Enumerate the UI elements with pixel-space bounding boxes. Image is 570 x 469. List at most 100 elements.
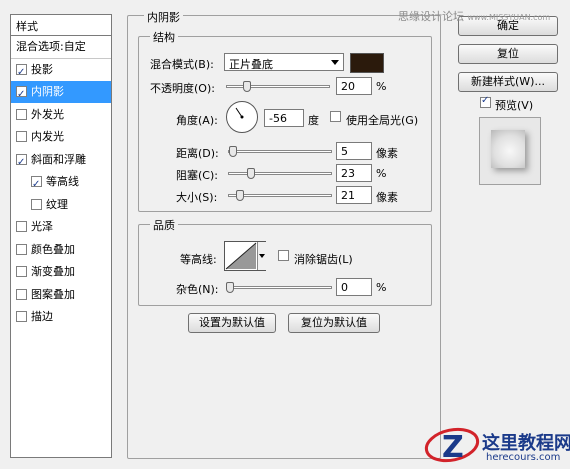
style-item-checkbox[interactable] [16, 221, 27, 232]
choke-label: 阻塞(C): [176, 169, 218, 182]
watermark-top-label: 思缘设计论坛 [398, 10, 464, 23]
style-item-checkbox[interactable] [16, 266, 27, 277]
distance-slider[interactable] [228, 150, 332, 153]
contour-curve-icon [225, 242, 257, 270]
style-item-checkbox[interactable] [16, 131, 27, 142]
style-item-checkbox[interactable] [31, 174, 42, 196]
style-item-checkbox[interactable] [16, 62, 27, 84]
size-slider-thumb[interactable] [236, 190, 244, 201]
style-list-item[interactable]: 内发光 [11, 126, 111, 148]
distance-slider-thumb[interactable] [229, 146, 237, 157]
chevron-down-icon [259, 254, 265, 258]
style-list-item[interactable]: 混合选项:自定 [11, 36, 111, 59]
reset-default-button[interactable]: 复位为默认值 [288, 313, 380, 333]
preview-label[interactable]: 预览(V) [495, 97, 533, 113]
style-list-item[interactable]: 颜色叠加 [11, 239, 111, 261]
style-list-item[interactable]: 内阴影 [11, 81, 111, 106]
inner-shadow-title: 内阴影 [144, 9, 183, 25]
style-list-item[interactable]: 纹理 [11, 194, 111, 216]
style-item-label: 投影 [31, 62, 53, 76]
style-preview-swatch [491, 130, 525, 168]
style-list-item[interactable]: 光泽 [11, 216, 111, 238]
noise-slider-thumb[interactable] [226, 282, 234, 293]
anti-alias-label[interactable]: 消除锯齿(L) [294, 251, 353, 267]
style-list-item[interactable]: 图案叠加 [11, 284, 111, 306]
noise-label: 杂色(N): [176, 283, 219, 296]
structure-title: 结构 [150, 29, 178, 45]
style-item-label: 渐变叠加 [31, 265, 75, 278]
distance-unit: 像素 [376, 147, 398, 160]
angle-dial[interactable] [226, 101, 258, 133]
blend-mode-select[interactable]: 正片叠底 [224, 53, 344, 71]
style-list-item[interactable]: 渐变叠加 [11, 261, 111, 283]
opacity-label: 不透明度(O): [150, 82, 215, 95]
style-list-item[interactable]: 斜面和浮雕 [11, 149, 111, 174]
style-item-label: 内阴影 [31, 85, 64, 98]
chevron-down-icon [331, 60, 339, 65]
noise-unit: % [376, 281, 387, 294]
blend-mode-value: 正片叠底 [229, 58, 273, 71]
set-default-button[interactable]: 设置为默认值 [188, 313, 276, 333]
opacity-input[interactable]: 20 [336, 77, 372, 95]
angle-unit: 度 [308, 114, 319, 127]
anti-alias-checkbox[interactable] [278, 250, 289, 261]
style-preview-thumbnail [479, 117, 541, 185]
angle-value: -56 [269, 112, 287, 125]
style-list-item[interactable]: 描边 [11, 306, 111, 328]
style-item-checkbox[interactable] [16, 311, 27, 322]
style-item-checkbox[interactable] [16, 84, 27, 106]
style-item-label: 内发光 [31, 130, 64, 143]
style-item-checkbox[interactable] [16, 288, 27, 300]
noise-input[interactable]: 0 [336, 278, 372, 296]
choke-slider[interactable] [228, 172, 332, 175]
contour-picker[interactable] [224, 241, 266, 271]
distance-label: 距离(D): [176, 147, 219, 160]
quality-title: 品质 [150, 217, 178, 233]
angle-dial-needle-icon [235, 107, 244, 119]
global-light-checkbox[interactable] [330, 111, 341, 122]
shadow-color-swatch[interactable] [350, 53, 384, 73]
style-list-item[interactable]: 等高线 [11, 171, 111, 196]
noise-slider[interactable] [228, 286, 332, 289]
choke-unit: % [376, 167, 387, 180]
size-unit: 像素 [376, 191, 398, 204]
style-list-item[interactable]: 外发光 [11, 104, 111, 126]
style-item-checkbox[interactable] [16, 108, 27, 120]
distance-value: 5 [341, 145, 348, 158]
angle-label: 角度(A): [176, 114, 218, 127]
style-item-label: 描边 [31, 310, 53, 323]
preview-checkbox[interactable] [480, 95, 491, 108]
noise-value: 0 [341, 281, 348, 294]
styles-header-label: 样式 [16, 20, 38, 33]
blend-mode-label: 混合模式(B): [150, 58, 214, 71]
style-item-checkbox[interactable] [16, 152, 27, 174]
style-list-item[interactable]: 投影 [11, 59, 111, 84]
styles-list-header: 样式 [11, 15, 111, 36]
angle-input[interactable]: -56 [264, 109, 304, 127]
style-item-label: 纹理 [46, 197, 68, 211]
watermark-top-url: www.MISSYUAN.com [467, 13, 551, 22]
choke-slider-thumb[interactable] [247, 168, 255, 179]
style-item-label: 等高线 [46, 175, 79, 188]
opacity-slider-thumb[interactable] [243, 81, 251, 92]
opacity-slider[interactable] [226, 85, 330, 88]
style-item-label: 外发光 [31, 107, 64, 121]
style-item-label: 光泽 [31, 220, 53, 233]
watermark-top-text: 思缘设计论坛 www.MISSYUAN.com [398, 8, 550, 24]
styles-list-panel: 样式 混合选项:自定投影内阴影外发光内发光斜面和浮雕等高线纹理光泽颜色叠加渐变叠… [10, 14, 112, 458]
opacity-unit: % [376, 80, 387, 93]
global-light-label[interactable]: 使用全局光(G) [346, 112, 418, 128]
new-style-button[interactable]: 新建样式(W)... [458, 72, 558, 92]
style-item-label: 斜面和浮雕 [31, 152, 86, 166]
style-item-checkbox[interactable] [31, 198, 42, 210]
distance-input[interactable]: 5 [336, 142, 372, 160]
logo-url: herecours.com [486, 452, 561, 463]
size-input[interactable]: 21 [336, 186, 372, 204]
style-item-checkbox[interactable] [16, 243, 27, 255]
choke-input[interactable]: 23 [336, 164, 372, 182]
style-item-label: 图案叠加 [31, 287, 75, 301]
reset-button[interactable]: 复位 [458, 44, 558, 64]
size-value: 21 [341, 189, 355, 202]
contour-dropdown[interactable] [257, 242, 266, 270]
opacity-value: 20 [341, 80, 355, 93]
